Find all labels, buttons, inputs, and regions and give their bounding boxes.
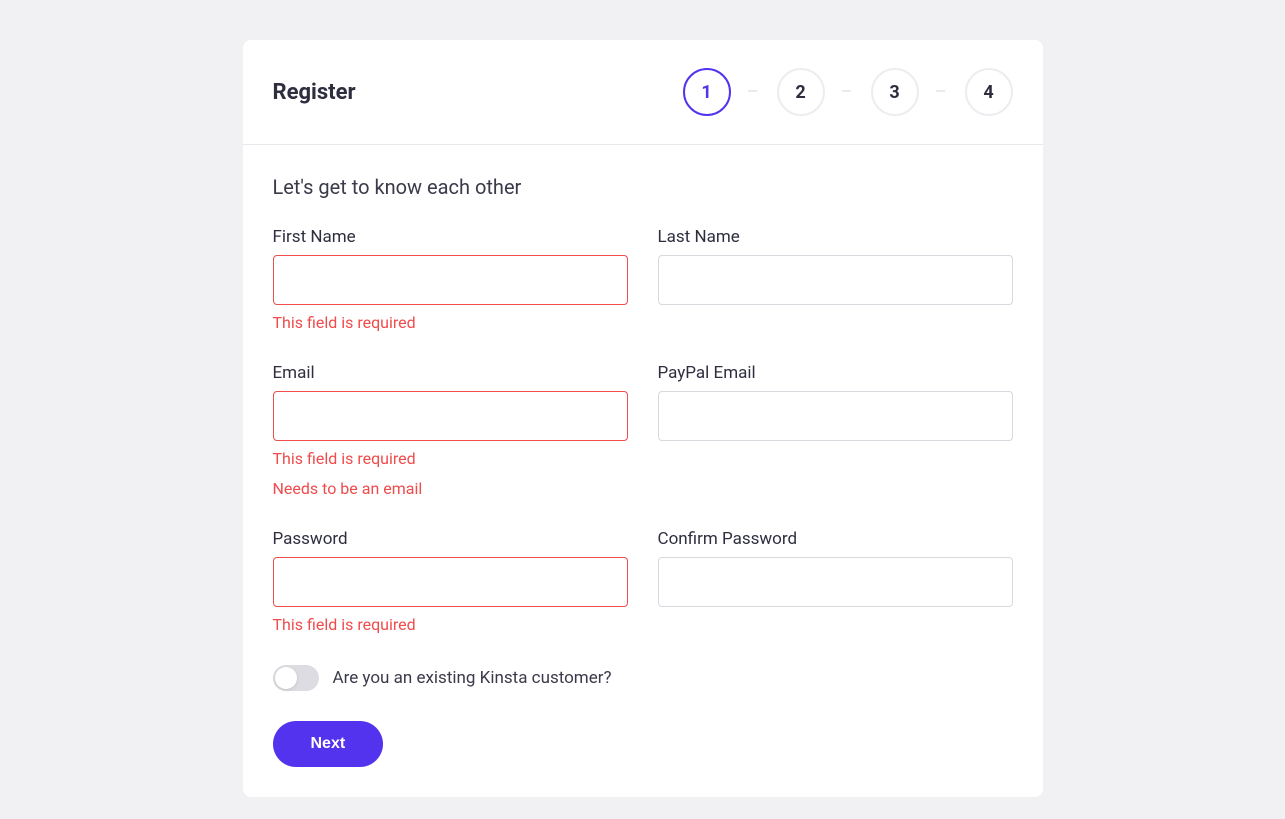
step-4[interactable]: 4	[965, 68, 1013, 116]
stepper: 1 — 2 — 3 — 4	[683, 68, 1013, 116]
email-error-2: Needs to be an email	[273, 477, 628, 501]
first-name-error: This field is required	[273, 311, 628, 335]
form-body: Let's get to know each other First Name …	[243, 145, 1043, 797]
last-name-input[interactable]	[658, 255, 1013, 305]
step-separator: —	[741, 91, 767, 93]
confirm-password-input[interactable]	[658, 557, 1013, 607]
email-input[interactable]	[273, 391, 628, 441]
page-title: Register	[273, 80, 356, 105]
toggle-label: Are you an existing Kinsta customer?	[333, 668, 612, 688]
password-label: Password	[273, 529, 628, 549]
toggle-row: Are you an existing Kinsta customer?	[273, 665, 1013, 691]
card-header: Register 1 — 2 — 3 — 4	[243, 40, 1043, 145]
field-email: Email This field is required Needs to be…	[273, 363, 628, 501]
password-input[interactable]	[273, 557, 628, 607]
row-name: First Name This field is required Last N…	[273, 227, 1013, 335]
toggle-knob-icon	[275, 667, 297, 689]
row-password: Password This field is required Confirm …	[273, 529, 1013, 637]
subheading: Let's get to know each other	[273, 175, 1013, 199]
paypal-email-input[interactable]	[658, 391, 1013, 441]
field-paypal-email: PayPal Email	[658, 363, 1013, 501]
field-first-name: First Name This field is required	[273, 227, 628, 335]
last-name-label: Last Name	[658, 227, 1013, 247]
step-3[interactable]: 3	[871, 68, 919, 116]
field-confirm-password: Confirm Password	[658, 529, 1013, 637]
email-error-1: This field is required	[273, 447, 628, 471]
email-label: Email	[273, 363, 628, 383]
step-separator: —	[929, 91, 955, 93]
first-name-input[interactable]	[273, 255, 628, 305]
step-1[interactable]: 1	[683, 68, 731, 116]
row-email: Email This field is required Needs to be…	[273, 363, 1013, 501]
paypal-email-label: PayPal Email	[658, 363, 1013, 383]
existing-customer-toggle[interactable]	[273, 665, 319, 691]
register-card: Register 1 — 2 — 3 — 4 Let's get to know…	[243, 40, 1043, 797]
step-separator: —	[835, 91, 861, 93]
step-2[interactable]: 2	[777, 68, 825, 116]
confirm-password-label: Confirm Password	[658, 529, 1013, 549]
next-button[interactable]: Next	[273, 721, 384, 767]
first-name-label: First Name	[273, 227, 628, 247]
field-last-name: Last Name	[658, 227, 1013, 335]
password-error: This field is required	[273, 613, 628, 637]
field-password: Password This field is required	[273, 529, 628, 637]
